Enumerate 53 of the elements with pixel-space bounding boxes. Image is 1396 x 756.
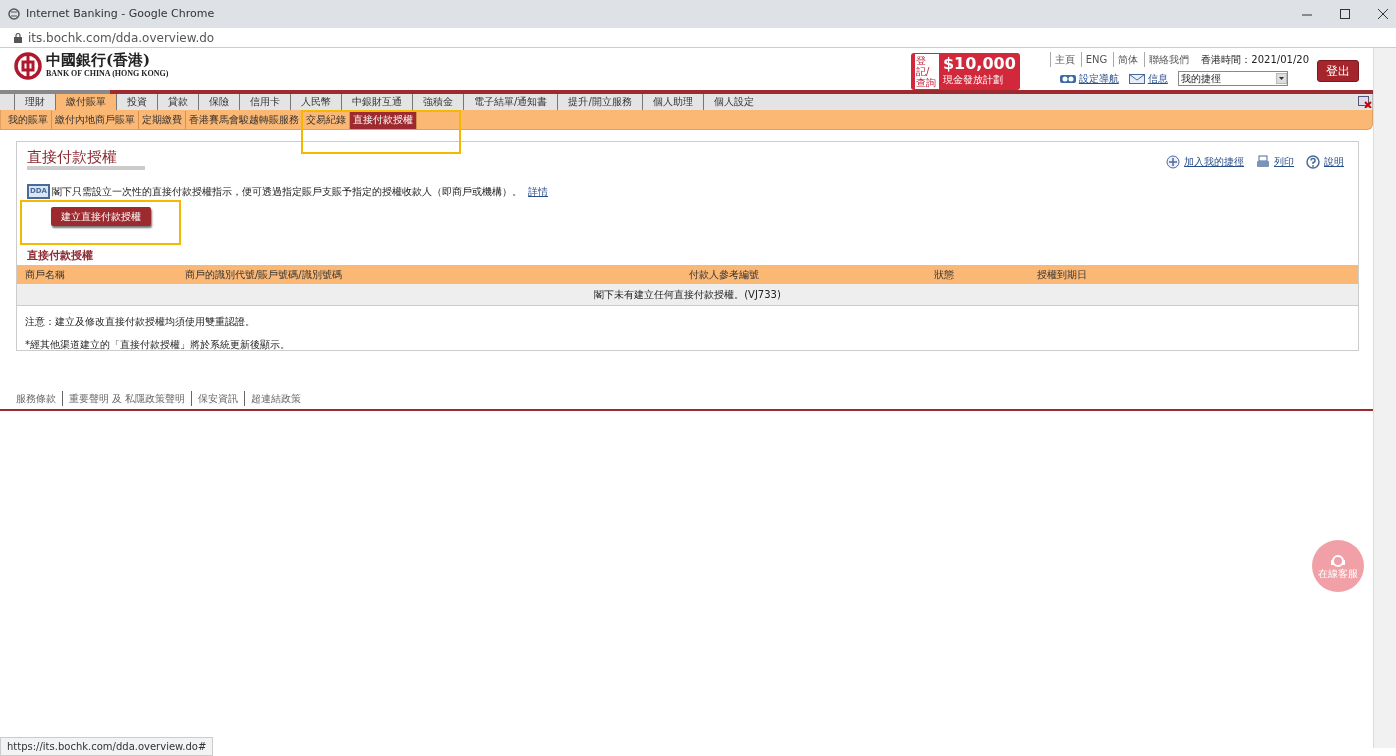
status-bar: https://its.bochk.com/dda.overview.do# (0, 737, 214, 756)
shortcut-dropdown[interactable]: 我的捷徑 (1177, 71, 1288, 86)
top-link[interactable]: 主頁 (1049, 52, 1081, 67)
sub-tab[interactable]: 定期繳費 (139, 110, 186, 129)
note-text: *經其他渠道建立的「直接付款授權」將於系統更新後顯示。 (25, 337, 291, 352)
dropdown-arrow-icon (1275, 73, 1287, 84)
sub-tab[interactable]: 我的賬單 (5, 110, 52, 129)
column-header: 狀態 (934, 267, 955, 282)
printer-icon (1256, 154, 1270, 169)
column-header: 付款人參考編號 (689, 267, 760, 282)
action-link[interactable]: 列印 (1256, 154, 1294, 169)
top-link[interactable]: 聯絡我們 (1144, 52, 1196, 67)
tool-link[interactable]: 信息 (1128, 71, 1168, 86)
scrollbar[interactable] (1373, 48, 1396, 748)
close-icon[interactable] (1378, 9, 1388, 19)
create-authorization-button[interactable]: 建立直接付款授權 (51, 207, 151, 226)
logo-chinese-name: 中國銀行(香港) (46, 52, 152, 68)
empty-table-message: 閣下未有建立任何直接付款授權。(VJ733) (17, 283, 1358, 306)
column-header: 授權到期日 (1037, 267, 1088, 282)
note-text: 注意：建立及修改直接付款授權均須使用雙重認證。 (25, 314, 256, 329)
sub-tab[interactable]: 繳付內地商戶賬單 (52, 110, 139, 129)
top-link[interactable]: ENG (1080, 52, 1114, 67)
footer-link[interactable]: 重要聲明 及 私隱政策聲明 (62, 391, 192, 406)
globe-icon (8, 8, 20, 20)
help-icon (1306, 154, 1320, 169)
lock-icon (14, 32, 22, 43)
footer-link[interactable]: 服務條款 (16, 391, 62, 406)
nav-tab[interactable]: 繳付賬單 (55, 94, 116, 110)
headset-icon (1330, 553, 1346, 568)
mail-icon (1128, 73, 1145, 84)
logout-button[interactable]: 登出 (1317, 60, 1359, 82)
address-bar[interactable]: its.bochk.com/dda.overview.do (28, 28, 215, 47)
nav-tab[interactable]: 中銀財互通 (341, 94, 412, 110)
close-panel-icon[interactable] (1358, 96, 1372, 108)
top-link[interactable]: 简体 (1113, 52, 1145, 67)
action-link[interactable]: 加入我的捷徑 (1166, 154, 1244, 169)
hong-kong-time: 香港時間：2021/01/20 (1201, 53, 1309, 67)
add-icon (1166, 154, 1180, 169)
column-header: 商戶的識別代號/賬戶號碼/識別號碼 (185, 267, 343, 282)
section-title: 直接付款授權 (27, 248, 94, 264)
logo-english-name: BANK OF CHINA (HONG KONG) (46, 68, 169, 80)
page-title: 直接付款授權 (27, 148, 145, 170)
intro-text: 閣下只需設立一次性的直接付款授權指示，便可透過指定賬戶支賬予指定的授權收款人（即商戶或機構）。 (52, 185, 523, 199)
footer-link[interactable]: 保安資訊 (191, 391, 245, 406)
tool-link[interactable]: 設定導航 (1059, 71, 1119, 86)
details-link[interactable]: 詳情 (528, 184, 549, 199)
column-header: 商戶名稱 (25, 267, 66, 282)
sub-tab[interactable]: 香港賽馬會駿越轉賬服務 (186, 110, 303, 129)
window-title: Internet Banking - Google Chrome (26, 5, 215, 22)
bank-logo-icon (14, 52, 42, 80)
footer-link[interactable]: 超連結政策 (244, 391, 308, 406)
maximize-icon[interactable] (1340, 9, 1350, 19)
action-link[interactable]: 說明 (1306, 154, 1344, 169)
